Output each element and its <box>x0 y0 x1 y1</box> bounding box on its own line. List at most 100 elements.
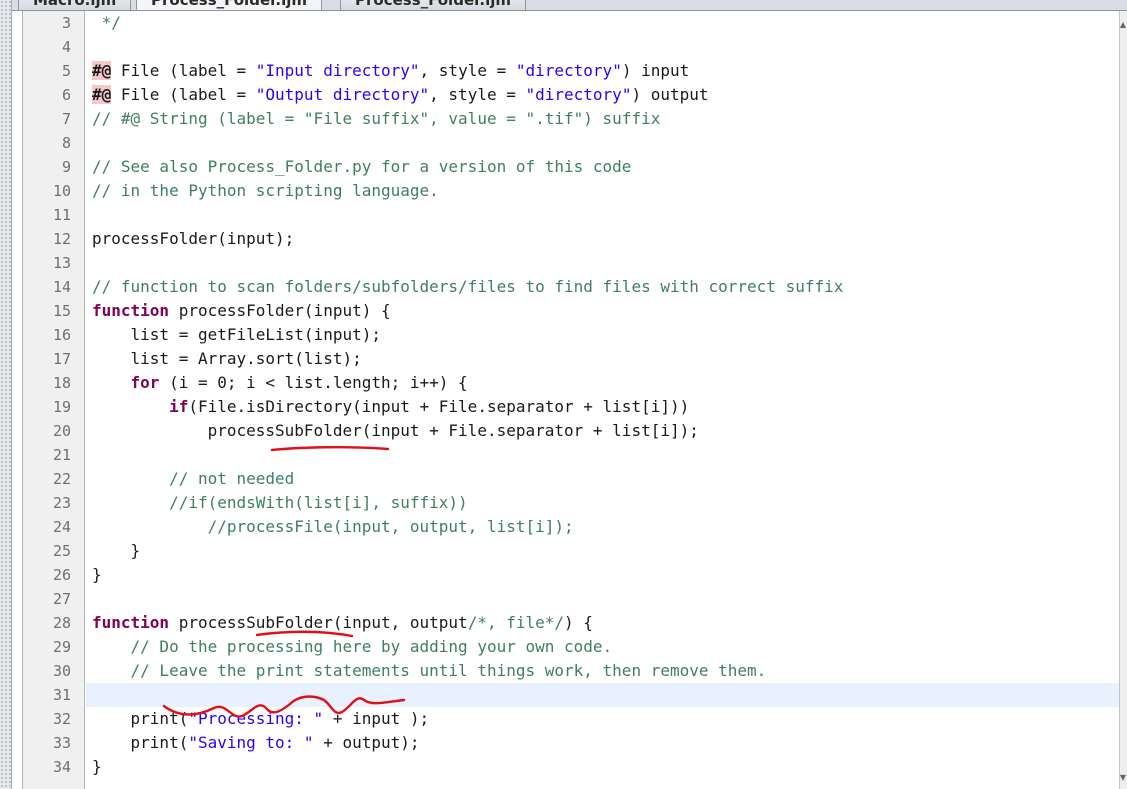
code-token-kw: for <box>130 373 160 392</box>
code-token-cmt: /*, file*/ <box>467 613 565 632</box>
line-number-gutter: 3 4 5 6 7 8 9 10 11 12 13 14 15 16 17 18 19 20 21 22 23 24 25 2… <box>23 11 85 789</box>
code-editor[interactable]: 3 4 5 6 7 8 9 10 11 12 13 14 15 16 17 18 19 20 21 22 23 24 25 2… <box>22 11 1119 789</box>
code-token-txt: ) { <box>564 613 593 632</box>
line-number: 4 <box>61 38 71 56</box>
code-token-kw: if <box>169 397 189 416</box>
code-token-cmt: // Do the processing here by adding your… <box>92 637 613 656</box>
code-token-txt: } <box>92 757 102 776</box>
code-token-cmt: // function to scan folders/subfolders/f… <box>92 277 844 296</box>
code-token-kw: function <box>92 613 170 632</box>
line-number: 7 <box>61 110 71 128</box>
line-number: 14 <box>52 278 71 296</box>
code-token-cmt: */ <box>92 13 121 32</box>
code-line[interactable]: // Do the processing here by adding your… <box>86 635 1119 659</box>
code-line[interactable]: list = Array.sort(list); <box>86 347 1119 371</box>
code-token-cmt: // in the Python scripting language. <box>92 181 439 200</box>
code-token-txt: ) input <box>621 61 690 80</box>
code-line[interactable] <box>86 203 1119 227</box>
code-line[interactable]: } <box>86 563 1119 587</box>
code-token-cmt: //processFile(input, output, list[i]); <box>92 517 574 536</box>
code-line[interactable]: // Leave the print statements until thin… <box>86 659 1119 683</box>
code-token-txt: File (label = <box>111 85 256 104</box>
code-line[interactable]: processSubFolder(input + File.separator … <box>86 419 1119 443</box>
code-token-cmt: //if(endsWith(list[i], suffix)) <box>92 493 468 512</box>
code-token-txt: , style = <box>419 61 516 80</box>
line-number: 31 <box>52 686 71 704</box>
code-token-txt: File (label = <box>111 61 256 80</box>
line-number: 33 <box>52 734 71 752</box>
code-line[interactable]: function processFolder(input) { <box>86 299 1119 323</box>
code-line[interactable]: // not needed <box>86 467 1119 491</box>
code-line[interactable]: //processFile(input, output, list[i]); <box>86 515 1119 539</box>
scroll-up-icon[interactable]: ▲ <box>1119 20 1127 30</box>
line-number: 12 <box>52 230 71 248</box>
vertical-scrollbar[interactable] <box>1119 11 1127 789</box>
code-line[interactable] <box>86 35 1119 59</box>
code-token-txt: (File.isDirectory(input + File.separator… <box>188 397 690 416</box>
code-token-kw: function <box>92 301 170 320</box>
line-number: 21 <box>52 446 71 464</box>
code-line[interactable]: processFolder(input); <box>86 227 1119 251</box>
line-number: 20 <box>52 422 71 440</box>
code-line[interactable]: //if(endsWith(list[i], suffix)) <box>86 491 1119 515</box>
code-token-txt: processSubFolder(input + File.separator … <box>92 421 699 440</box>
code-line[interactable]: for (i = 0; i < list.length; i++) { <box>86 371 1119 395</box>
line-number: 23 <box>52 494 71 512</box>
line-number: 6 <box>61 86 71 104</box>
code-line[interactable]: */ <box>86 11 1119 35</box>
code-token-ann: #@ <box>92 85 112 104</box>
code-line[interactable]: // in the Python scripting language. <box>86 179 1119 203</box>
code-token-txt: list = Array.sort(list); <box>92 349 362 368</box>
line-number: 17 <box>52 350 71 368</box>
code-line[interactable] <box>86 251 1119 275</box>
code-line[interactable]: } <box>86 539 1119 563</box>
code-line[interactable] <box>86 443 1119 467</box>
code-text-area[interactable]: */ #@ File (label = "Input directory", st… <box>86 11 1119 789</box>
code-token-str: "directory" <box>515 61 622 80</box>
code-token-txt: processFolder(input); <box>92 229 295 248</box>
code-token-txt: processFolder(input) { <box>169 301 391 320</box>
editor-tab-strip: Macro.ijm Process_Folder.ijm Process_Fol… <box>12 0 1127 11</box>
code-line[interactable]: #@ File (label = "Input directory", styl… <box>86 59 1119 83</box>
line-number: 16 <box>52 326 71 344</box>
tab-process-folder[interactable]: Process_Folder.ijm <box>340 0 526 10</box>
code-line[interactable] <box>86 131 1119 155</box>
line-number: 34 <box>52 758 71 776</box>
current-code-line[interactable] <box>86 683 1119 707</box>
code-line[interactable] <box>86 587 1119 611</box>
line-number: 10 <box>52 182 71 200</box>
line-number: 13 <box>52 254 71 272</box>
code-token-cmt: // See also Process_Folder.py for a vers… <box>92 157 632 176</box>
code-line[interactable]: // See also Process_Folder.py for a vers… <box>86 155 1119 179</box>
code-line[interactable]: if(File.isDirectory(input + File.separat… <box>86 395 1119 419</box>
code-line[interactable]: } <box>86 755 1119 779</box>
line-number: 32 <box>52 710 71 728</box>
code-token-txt: processSubFolder(input, output <box>169 613 468 632</box>
code-token-txt: + input ); <box>323 709 430 728</box>
code-token-ann: #@ <box>92 61 112 80</box>
code-token-str: "Output directory" <box>255 85 430 104</box>
code-line[interactable]: print("Saving to: " + output); <box>86 731 1119 755</box>
code-token-str: "Processing: " <box>188 709 324 728</box>
line-number: 5 <box>61 62 71 80</box>
code-token-txt: } <box>92 565 102 584</box>
tab-macro[interactable]: Macro.ijm <box>18 0 132 10</box>
tab-process-folder-active[interactable]: Process_Folder.ijm <box>136 0 322 10</box>
code-line[interactable]: list = getFileList(input); <box>86 323 1119 347</box>
code-line[interactable]: #@ File (label = "Output directory", sty… <box>86 83 1119 107</box>
line-number: 26 <box>52 566 71 584</box>
line-number: 8 <box>61 134 71 152</box>
line-number: 3 <box>61 14 71 32</box>
code-line[interactable]: function processSubFolder(input, output/… <box>86 611 1119 635</box>
code-token-str: "Input directory" <box>255 61 420 80</box>
scroll-down-icon[interactable]: ▼ <box>1119 773 1127 783</box>
line-number: 25 <box>52 542 71 560</box>
dock-grip[interactable] <box>0 0 12 789</box>
line-number: 19 <box>52 398 71 416</box>
line-number: 29 <box>52 638 71 656</box>
code-line[interactable]: // function to scan folders/subfolders/f… <box>86 275 1119 299</box>
code-line[interactable]: print("Processing: " + input ); <box>86 707 1119 731</box>
code-line[interactable]: // #@ String (label = "File suffix", val… <box>86 107 1119 131</box>
code-token-txt: } <box>92 541 141 560</box>
